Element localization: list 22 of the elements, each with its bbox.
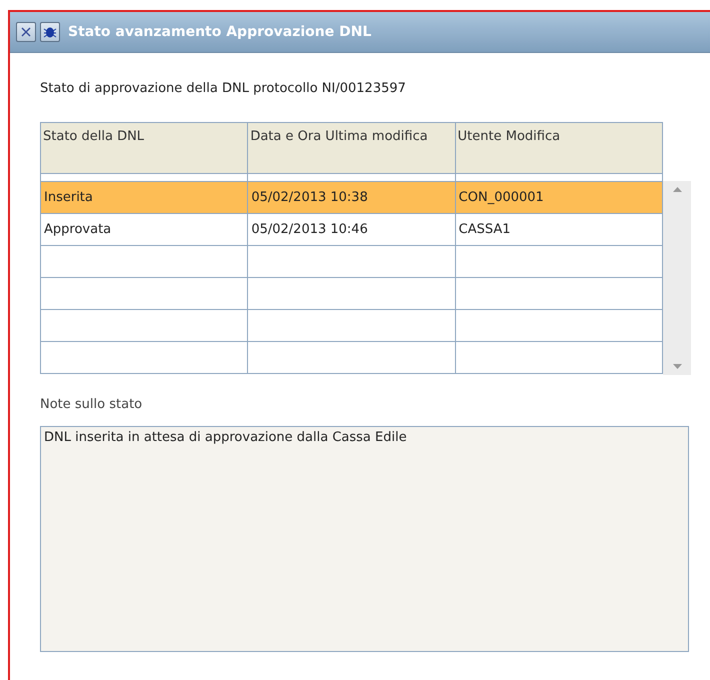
table-row[interactable]: Inserita 05/02/2013 10:38 CON_000001 xyxy=(40,182,662,214)
column-header[interactable]: Stato della DNL xyxy=(40,122,248,174)
scroll-up-icon[interactable] xyxy=(672,187,682,192)
table-cell: Approvata xyxy=(40,214,248,246)
window-title: Stato avanzamento Approvazione DNL xyxy=(68,24,372,40)
scrollbar[interactable] xyxy=(663,181,691,375)
table-cell: CON_000001 xyxy=(455,182,662,214)
column-header[interactable]: Data e Ora Ultima modifica xyxy=(248,122,456,174)
scroll-down-icon[interactable] xyxy=(672,364,682,369)
table-cell: CASSA1 xyxy=(455,214,662,246)
close-button[interactable] xyxy=(16,22,36,42)
table-row[interactable]: Approvata 05/02/2013 10:46 CASSA1 xyxy=(40,214,662,246)
close-icon xyxy=(20,26,32,38)
bug-button[interactable] xyxy=(40,22,60,42)
table-cell: Inserita xyxy=(40,182,248,214)
notes-label: Note sullo stato xyxy=(40,397,144,412)
table-cell: 05/02/2013 10:46 xyxy=(248,214,456,246)
table-cell: 05/02/2013 10:38 xyxy=(248,182,456,214)
protocol-heading: Stato di approvazione della DNL protocollo NI/00123597 xyxy=(40,81,407,96)
bug-icon xyxy=(43,25,57,39)
column-header[interactable]: Utente Modifica xyxy=(455,122,662,174)
notes-field[interactable]: DNL inserita in attesa di approvazione dalla Cassa Edile xyxy=(40,426,689,652)
